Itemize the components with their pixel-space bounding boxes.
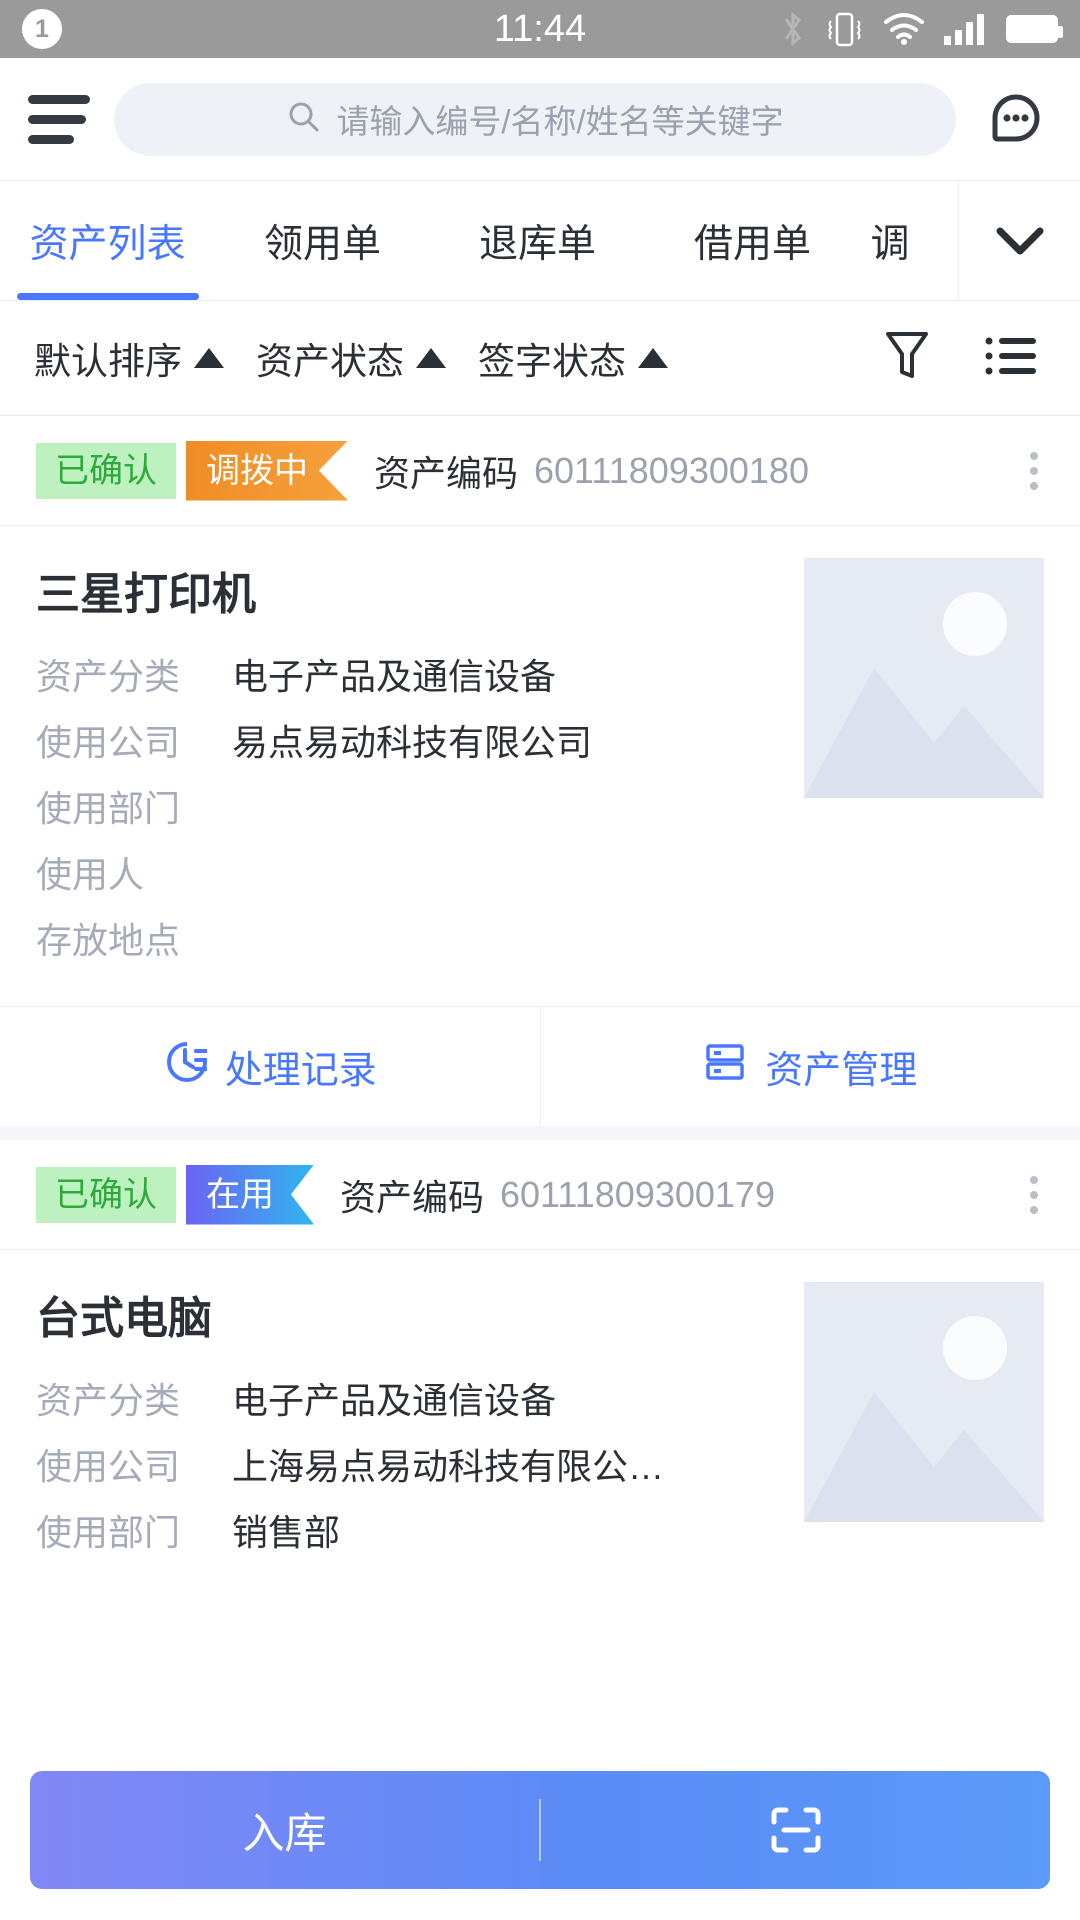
- filter-asset-status-label: 资产状态: [256, 341, 404, 382]
- asset-field-row: 使用人: [36, 846, 782, 898]
- image-placeholder-icon: [804, 558, 1044, 798]
- wifi-icon: [882, 12, 926, 46]
- action-process-record-label: 处理记录: [224, 1050, 377, 1092]
- battery-icon: [1006, 15, 1063, 43]
- status-badge: 已确认: [36, 1166, 176, 1223]
- status-bar: 1 11:44: [0, 0, 1080, 58]
- asset-field-label: 使用部门: [36, 1512, 181, 1553]
- filter-default-sort[interactable]: 默认排序: [18, 331, 240, 385]
- asset-card[interactable]: 已确认 在用 资产编码 60111809300179 台式电脑 资产分类 电子产…: [0, 1140, 1080, 1598]
- asset-field-label: 使用公司: [36, 1446, 181, 1487]
- status-badge: 已确认: [36, 442, 176, 499]
- asset-card-header: 已确认 调拨中 资产编码 60111809300180: [0, 416, 1080, 526]
- action-process-record[interactable]: 处理记录: [0, 1007, 540, 1126]
- asset-field-label: 存放地点: [36, 920, 181, 961]
- filter-funnel-icon[interactable]: [882, 328, 932, 389]
- action-asset-management-label: 资产管理: [765, 1050, 918, 1092]
- caret-up-icon: [416, 348, 446, 368]
- asset-field-row: 使用公司 上海易点易动科技有限公…: [36, 1438, 782, 1490]
- state-badge: 调拨中: [186, 440, 348, 501]
- kebab-menu-icon[interactable]: [1024, 442, 1044, 500]
- action-asset-management[interactable]: 资产管理: [539, 1007, 1080, 1126]
- tab-asset-list[interactable]: 资产列表: [0, 181, 215, 300]
- filter-sign-status[interactable]: 签字状态: [462, 331, 684, 385]
- asset-field-label: 资产分类: [36, 1380, 181, 1421]
- asset-field-value: 上海易点易动科技有限公…: [232, 1446, 665, 1487]
- asset-field-row: 使用部门 销售部: [36, 1504, 782, 1556]
- primary-action-button[interactable]: 入库: [30, 1771, 1050, 1889]
- asset-field-label: 资产分类: [36, 656, 181, 697]
- filter-bar: 默认排序 资产状态 签字状态: [0, 301, 1080, 416]
- search-input[interactable]: 请输入编号/名称/姓名等关键字: [114, 82, 956, 156]
- asset-field-label: 使用人: [36, 854, 145, 895]
- app-screen: 1 11:44 请输入编号/名称/姓名等关键字 资产列表 领用单 退库单 借用单…: [0, 0, 1080, 1920]
- asset-code-value: 60111809300180: [534, 449, 809, 491]
- asset-field-row: 使用公司 易点易动科技有限公司: [36, 714, 782, 766]
- tab-borrow[interactable]: 借用单: [645, 181, 860, 300]
- asset-field-value: 易点易动科技有限公司: [232, 722, 593, 763]
- cellular-signal-icon: [942, 12, 990, 46]
- history-clock-icon: [163, 1040, 208, 1094]
- image-placeholder-icon: [804, 1282, 1044, 1522]
- asset-thumbnail[interactable]: [804, 1282, 1044, 1522]
- scan-barcode-icon[interactable]: [541, 1798, 1050, 1862]
- chat-bubble-icon[interactable]: [980, 83, 1052, 155]
- asset-card-details: 台式电脑 资产分类 电子产品及通信设备 使用公司 上海易点易动科技有限公… 使用…: [36, 1282, 782, 1570]
- chevron-down-icon[interactable]: [958, 181, 1080, 300]
- list-view-icon[interactable]: [984, 333, 1038, 384]
- bluetooth-icon: [780, 9, 806, 49]
- asset-code-label: 资产编码: [340, 1176, 485, 1218]
- tab-transfer[interactable]: 调: [860, 181, 920, 300]
- state-badge: 在用: [186, 1164, 314, 1225]
- asset-field-label: 使用部门: [36, 788, 181, 829]
- bottom-action-bar: 入库: [0, 1740, 1080, 1920]
- asset-title: 台式电脑: [36, 1294, 212, 1343]
- asset-field-value: 销售部: [232, 1512, 341, 1553]
- asset-card-actions: 处理记录 资产管理: [0, 1006, 1080, 1126]
- asset-field-value: 电子产品及通信设备: [232, 656, 557, 697]
- vibrate-icon: [822, 9, 866, 49]
- tab-scroller[interactable]: 资产列表 领用单 退库单 借用单 调: [0, 181, 958, 300]
- tab-requisition[interactable]: 领用单: [215, 181, 430, 300]
- asset-field-row: 存放地点: [36, 912, 782, 964]
- status-bar-icons: [780, 9, 1063, 49]
- asset-card-body: 三星打印机 资产分类 电子产品及通信设备 使用公司 易点易动科技有限公司 使用部…: [0, 526, 1080, 1006]
- asset-thumbnail[interactable]: [804, 558, 1044, 798]
- tab-return[interactable]: 退库单: [430, 181, 645, 300]
- asset-field-row: 资产分类 电子产品及通信设备: [36, 1372, 782, 1424]
- caret-up-icon: [194, 348, 224, 368]
- stock-in-button-label[interactable]: 入库: [30, 1800, 539, 1861]
- kebab-menu-icon[interactable]: [1024, 1166, 1044, 1224]
- filter-bar-actions: [882, 328, 1062, 389]
- tab-bar: 资产列表 领用单 退库单 借用单 调: [0, 181, 1080, 301]
- asset-field-value: 电子产品及通信设备: [232, 1380, 557, 1421]
- top-app-bar: 请输入编号/名称/姓名等关键字: [0, 58, 1080, 181]
- asset-card-header: 已确认 在用 资产编码 60111809300179: [0, 1140, 1080, 1250]
- asset-card-list: 已确认 调拨中 资产编码 60111809300180 三星打印机 资产分类 电…: [0, 416, 1080, 1598]
- search-icon: [286, 99, 322, 140]
- asset-card-details: 三星打印机 资产分类 电子产品及通信设备 使用公司 易点易动科技有限公司 使用部…: [36, 558, 782, 978]
- server-rack-icon: [703, 1040, 747, 1094]
- filter-default-sort-label: 默认排序: [34, 341, 182, 382]
- asset-card-body: 台式电脑 资产分类 电子产品及通信设备 使用公司 上海易点易动科技有限公… 使用…: [0, 1250, 1080, 1598]
- asset-code-label: 资产编码: [374, 452, 519, 494]
- asset-card[interactable]: 已确认 调拨中 资产编码 60111809300180 三星打印机 资产分类 电…: [0, 416, 1080, 1126]
- hamburger-menu-icon[interactable]: [28, 94, 90, 144]
- search-placeholder: 请输入编号/名称/姓名等关键字: [336, 103, 784, 140]
- caret-up-icon: [638, 348, 668, 368]
- asset-title: 三星打印机: [36, 570, 256, 619]
- filter-asset-status[interactable]: 资产状态: [240, 331, 462, 385]
- filter-sign-status-label: 签字状态: [478, 341, 626, 382]
- asset-code-value: 60111809300179: [500, 1173, 775, 1215]
- list-divider: [0, 1126, 1080, 1140]
- asset-field-label: 使用公司: [36, 722, 181, 763]
- asset-field-row: 使用部门: [36, 780, 782, 832]
- asset-field-row: 资产分类 电子产品及通信设备: [36, 648, 782, 700]
